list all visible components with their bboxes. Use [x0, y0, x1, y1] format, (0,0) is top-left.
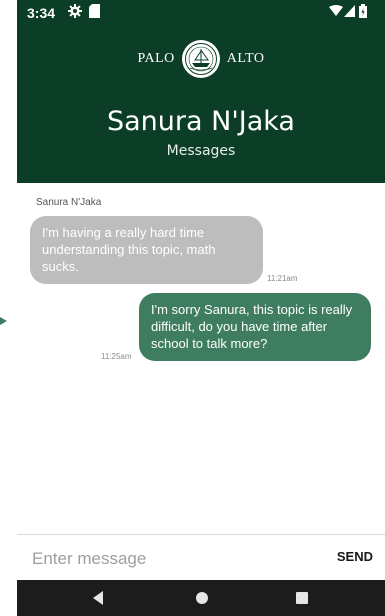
settings-icon	[68, 4, 82, 21]
logo-text-right: ALTO	[226, 51, 265, 66]
message-timestamp: 11:21am	[267, 274, 298, 283]
message-text: I'm sorry Sanura, this topic is really d…	[151, 302, 353, 351]
phone-screen: 3:34 PALO ALTO Sanura N'Jaka Messages Sa…	[17, 0, 385, 616]
back-icon[interactable]	[91, 590, 105, 610]
outgoing-message-bubble[interactable]: I'm sorry Sanura, this topic is really d…	[139, 293, 371, 361]
system-nav-bar	[17, 580, 385, 616]
recents-icon[interactable]	[295, 590, 309, 610]
school-logo: PALO ALTO	[17, 36, 385, 82]
status-time: 3:34	[27, 5, 56, 21]
message-timestamp: 11:25am	[101, 352, 132, 361]
message-text: I'm having a really hard time understand…	[42, 225, 216, 274]
message-composer: SEND	[17, 534, 385, 581]
battery-icon	[359, 4, 367, 21]
palo-alto-seal-icon	[181, 40, 220, 78]
page-subtitle: Messages	[166, 143, 236, 159]
incoming-message-bubble[interactable]: I'm having a really hard time understand…	[30, 216, 263, 284]
wifi-icon	[329, 4, 343, 20]
contact-name-title: Sanura N'Jaka	[107, 106, 295, 137]
send-button[interactable]: SEND	[337, 549, 373, 564]
message-list[interactable]: Sanura N'Jaka I'm having a really hard t…	[17, 183, 385, 534]
logo-text-left: PALO	[137, 51, 175, 66]
home-icon[interactable]	[195, 590, 209, 610]
app-header: 3:34 PALO ALTO Sanura N'Jaka Messages	[17, 0, 385, 183]
signal-icon	[344, 4, 355, 20]
pointer-arrow-icon	[0, 317, 7, 325]
status-bar: 3:34	[17, 0, 385, 26]
sd-card-icon	[89, 4, 100, 21]
sender-name: Sanura N'Jaka	[36, 197, 102, 208]
message-input[interactable]	[30, 543, 304, 575]
